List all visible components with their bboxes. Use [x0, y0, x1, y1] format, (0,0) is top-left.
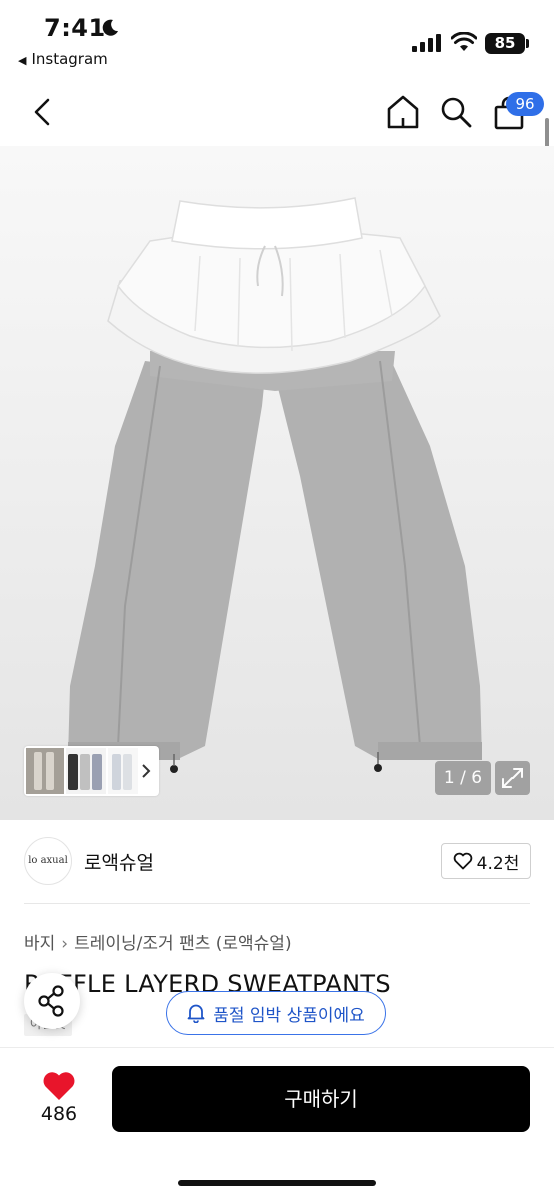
back-app-label: Instagram — [31, 50, 108, 68]
low-stock-label: 품절 임박 상품이에요 — [213, 1005, 365, 1026]
breadcrumb-item-category[interactable]: 트레이닝/조거 팬츠 (로액슈얼) — [74, 934, 291, 954]
back-to-app-link[interactable]: ◀ Instagram — [18, 50, 108, 68]
chevron-right-icon: › — [61, 934, 69, 954]
heart-filled-icon[interactable] — [42, 1070, 76, 1102]
battery-nub — [526, 39, 529, 48]
expand-icon[interactable] — [495, 761, 530, 795]
status-time: 7:41 — [44, 14, 106, 42]
like-count: 486 — [40, 1103, 78, 1125]
seller-like-button[interactable]: 4.2천 — [441, 843, 531, 879]
back-triangle-icon: ◀ — [18, 54, 27, 67]
chevron-right-icon — [142, 764, 151, 778]
ruffle-sweatpants-illustration — [68, 197, 482, 773]
search-icon[interactable] — [440, 96, 472, 128]
buy-button[interactable]: 구매하기 — [112, 1066, 530, 1132]
breadcrumb: 바지 › 트레이닝/조거 팬츠 (로액슈얼) — [24, 929, 292, 954]
home-indicator[interactable] — [178, 1180, 376, 1186]
image-counter: 1 / 6 — [435, 761, 491, 795]
thumbnail-1[interactable] — [26, 748, 64, 794]
seller-logo[interactable]: lo axual — [24, 837, 72, 885]
seller-name[interactable]: 로액슈얼 — [84, 848, 154, 875]
product-image[interactable] — [0, 146, 554, 820]
breadcrumb-item-pants[interactable]: 바지 — [24, 934, 55, 954]
bell-icon — [187, 1004, 205, 1023]
low-stock-notice[interactable]: 품절 임박 상품이에요 — [166, 991, 386, 1035]
back-arrow-icon[interactable] — [28, 96, 56, 128]
thumbnail-strip[interactable] — [24, 746, 159, 796]
battery-indicator: 85 — [485, 33, 525, 54]
cellular-signal-icon — [412, 34, 441, 52]
moon-icon — [102, 19, 118, 36]
share-button[interactable] — [24, 973, 80, 1029]
heart-outline-icon — [453, 852, 472, 870]
seller-like-count: 4.2천 — [476, 853, 520, 874]
share-icon — [38, 985, 64, 1017]
thumbnail-3[interactable] — [108, 748, 138, 794]
cart-count-badge: 96 — [506, 92, 544, 116]
thumbnail-2[interactable] — [66, 748, 106, 794]
wifi-icon — [451, 32, 477, 51]
home-icon[interactable] — [386, 94, 420, 130]
divider — [24, 903, 530, 904]
